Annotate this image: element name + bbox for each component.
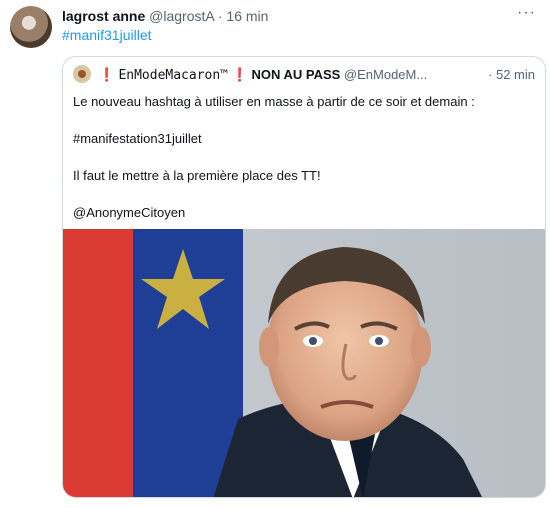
quoted-text-line: Le nouveau hashtag à utiliser en masse à… <box>73 94 475 109</box>
quoted-tweet-image[interactable] <box>63 229 545 497</box>
quoted-tweet-header: ❗ EnModeMacaron™ ❗ NON AU PASS @EnModeM.… <box>73 65 535 85</box>
author-name[interactable]: lagrost anne <box>62 8 145 24</box>
quoted-text-line: #manifestation31juillet <box>73 131 202 146</box>
quoted-author-avatar <box>73 65 91 83</box>
quoted-tweet-time: · 52 min <box>488 67 535 82</box>
exclamation-icon: ❗ <box>98 67 115 82</box>
quoted-text-line: @AnonymeCitoyen <box>73 205 186 220</box>
photo-illustration <box>63 229 545 497</box>
author-avatar[interactable] <box>10 6 52 48</box>
exclamation-icon: ❗ <box>231 67 248 82</box>
quoted-tweet-text: Le nouveau hashtag à utiliser en masse à… <box>73 93 535 241</box>
tweet-hashtag-link[interactable]: #manif31juillet <box>62 27 152 43</box>
quoted-tweet[interactable]: ❗ EnModeMacaron™ ❗ NON AU PASS @EnModeM.… <box>62 56 546 498</box>
quoted-author-name-mono: EnModeMacaron™ <box>118 68 229 83</box>
quoted-author-name: NON AU PASS <box>251 67 341 82</box>
quoted-text-line: Il faut le mettre à la première place de… <box>73 168 321 183</box>
quoted-author-handle: @EnModeM... <box>343 67 428 82</box>
separator-dot: · <box>217 8 223 24</box>
author-handle[interactable]: @lagrostA <box>149 8 214 24</box>
tweet-header: lagrost anne @lagrostA · 16 min <box>62 6 540 26</box>
more-options-icon[interactable]: ··· <box>517 4 536 22</box>
tweet-time[interactable]: 16 min <box>226 8 268 24</box>
